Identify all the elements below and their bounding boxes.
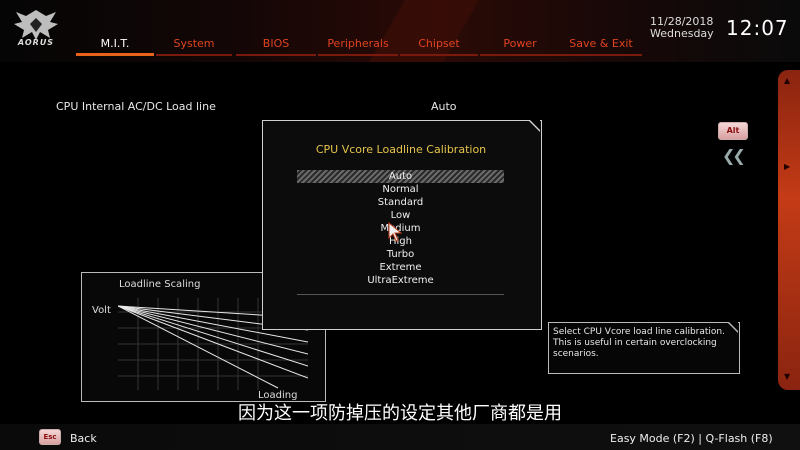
tab-system[interactable]: System [156, 36, 232, 58]
setting-label[interactable]: CPU Internal AC/DC Load line [56, 100, 216, 113]
logo-text: AORUS [17, 38, 55, 47]
tab-power[interactable]: Power [480, 36, 560, 58]
alt-button[interactable]: Alt [718, 122, 748, 140]
double-chevron-left-icon[interactable]: ❮❮ [722, 146, 746, 165]
tab-label: Peripherals [327, 37, 389, 50]
tab-underline [236, 54, 316, 56]
tab-underline [480, 54, 560, 56]
tab-label: BIOS [262, 37, 290, 50]
popup-title: CPU Vcore Loadline Calibration [315, 143, 487, 156]
help-text: Select CPU Vcore load line calibration. … [553, 327, 725, 359]
date-display: 11/28/2018 Wednesday [650, 16, 714, 40]
weekday-text: Wednesday [650, 27, 714, 40]
option-turbo[interactable]: Turbo [297, 248, 504, 261]
tab-label: Power [503, 37, 537, 50]
popup-corner-icon [528, 120, 540, 132]
esc-key-button[interactable]: Esc [39, 429, 61, 445]
video-subtitle: 因为这一项防掉压的设定其他厂商都是用 [238, 403, 562, 424]
tab-underline [156, 54, 232, 56]
option-standard[interactable]: Standard [297, 196, 504, 209]
tab-chipset[interactable]: Chipset [400, 36, 478, 58]
graph-y-label: Volt [92, 305, 111, 316]
tab-underline [318, 54, 398, 56]
arrow-up-icon: ▲ [784, 76, 791, 85]
graph-title: Loadline Scaling [119, 279, 201, 290]
back-label[interactable]: Back [70, 432, 97, 445]
arrow-right-icon: ▶ [784, 162, 791, 171]
clock: 12:07 [726, 16, 789, 40]
tab-save-exit[interactable]: Save & Exit [560, 36, 642, 58]
list-divider [297, 294, 504, 295]
option-auto[interactable]: Auto [297, 170, 504, 183]
tab-m-i-t[interactable]: M.I.T. [76, 36, 154, 58]
side-panel-handle[interactable]: ▲ ▶ ▼ [778, 70, 800, 390]
option-normal[interactable]: Normal [297, 183, 504, 196]
tab-label: M.I.T. [100, 37, 130, 50]
tab-underline [76, 53, 154, 56]
tab-label: Save & Exit [569, 37, 633, 50]
tab-label: Chipset [418, 37, 460, 50]
mouse-cursor-icon [388, 222, 403, 242]
tab-peripherals[interactable]: Peripherals [318, 36, 398, 58]
setting-value[interactable]: Auto [431, 100, 457, 113]
mode-shortcuts[interactable]: Easy Mode (F2) | Q-Flash (F8) [610, 432, 773, 445]
arrow-down-icon: ▼ [784, 372, 791, 381]
option-extreme[interactable]: Extreme [297, 261, 504, 274]
option-ultraextreme[interactable]: UltraExtreme [297, 274, 504, 287]
option-low[interactable]: Low [297, 209, 504, 222]
tab-bios[interactable]: BIOS [236, 36, 316, 58]
tab-label: System [173, 37, 215, 50]
tab-underline [560, 54, 642, 56]
tab-underline [400, 54, 478, 56]
